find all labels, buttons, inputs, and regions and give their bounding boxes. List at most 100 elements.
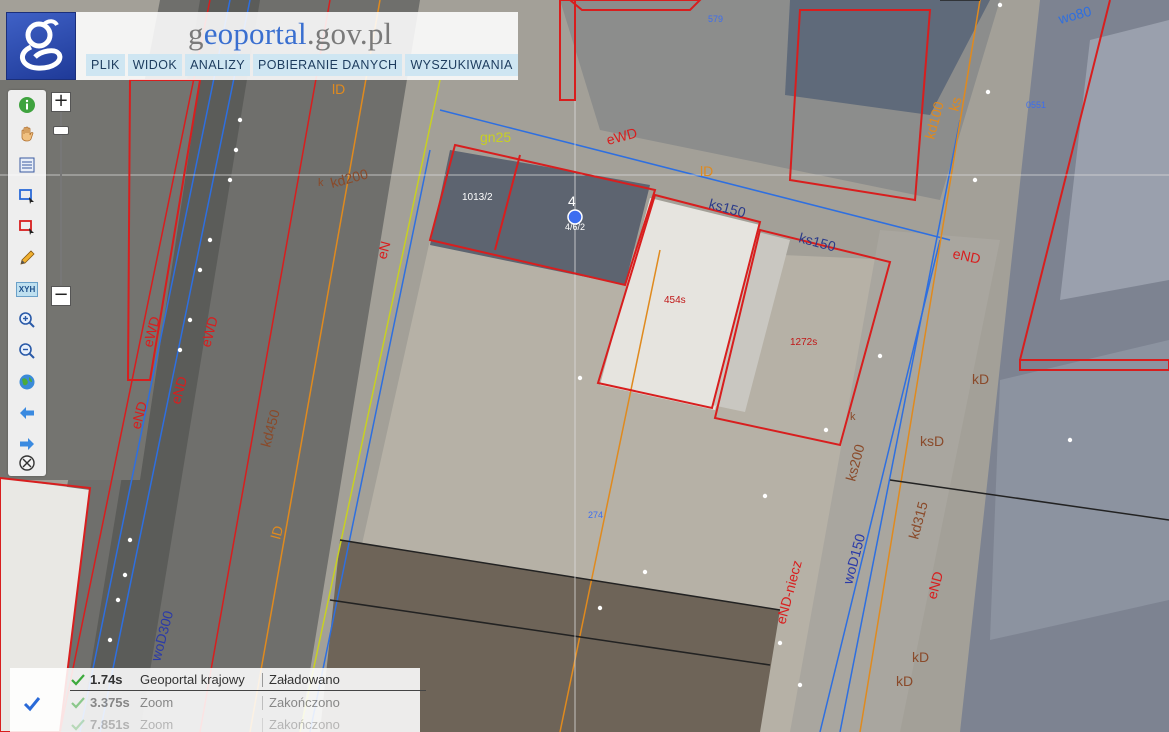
map-label: k <box>318 177 324 189</box>
zoom-in-icon <box>19 312 35 328</box>
tool-panel: XYH <box>8 90 46 476</box>
status-state: Zakończono <box>269 717 340 732</box>
back-arrow-icon <box>20 407 34 419</box>
map-label: ksD <box>920 433 944 449</box>
select-red-tool-button[interactable] <box>16 216 38 238</box>
clear-tool-button[interactable] <box>16 452 38 474</box>
manhole-dot <box>1067 437 1073 443</box>
status-source: Geoportal krajowy <box>140 672 245 687</box>
map-label: gn25 <box>480 129 511 145</box>
legend-tool-button[interactable] <box>16 154 38 176</box>
select-tool-button[interactable] <box>16 185 38 207</box>
xyh-tool-button[interactable]: XYH <box>15 278 39 300</box>
manhole-dot <box>107 637 113 643</box>
info-tool-button[interactable] <box>16 94 38 116</box>
manhole-dot <box>877 353 883 359</box>
pan-tool-button[interactable] <box>16 123 38 145</box>
manhole-dot <box>177 347 183 353</box>
parcel-number: 4 <box>568 193 576 209</box>
manhole-dot <box>762 493 768 499</box>
map-canvas[interactable]: eWD ks150 ks150 eND kd100 ks wo80 kd200 … <box>0 0 1169 732</box>
pencil-icon <box>20 250 35 265</box>
parcel-number: 454s <box>664 295 686 306</box>
manhole-dot <box>777 640 783 646</box>
menu-item-pobieranie-danych[interactable]: POBIERANIE DANYCH <box>252 54 403 76</box>
manhole-dot <box>233 147 239 153</box>
zoom-slider-thumb[interactable] <box>53 126 69 135</box>
parcel-number: 0551 <box>1026 100 1046 110</box>
status-row: 7.851s Zoom Zakończono <box>70 715 340 732</box>
check-icon <box>71 697 85 709</box>
manhole-dot <box>642 569 648 575</box>
draw-tool-button[interactable] <box>16 247 38 269</box>
parcel-number: 1272s <box>790 337 817 348</box>
manhole-dot <box>997 2 1003 8</box>
geoportal-logo[interactable] <box>6 12 76 80</box>
map-label: k <box>850 411 856 423</box>
pan-hand-icon <box>21 126 34 142</box>
forward-arrow-icon <box>20 438 34 450</box>
parcel-number: 4/6/2 <box>565 222 585 232</box>
status-source: Zoom <box>140 717 174 732</box>
status-time: 7.851s <box>90 717 130 732</box>
manhole-dot <box>197 267 203 273</box>
manhole-dot <box>972 177 978 183</box>
menu-item-analizy[interactable]: ANALIZY <box>185 54 250 76</box>
check-icon <box>71 719 85 731</box>
info-icon <box>19 97 35 113</box>
map-label: lD <box>700 163 713 179</box>
building-right-roof2 <box>990 340 1169 640</box>
status-state: Załadowano <box>269 672 340 687</box>
zoom-out-button[interactable]: − <box>51 286 71 306</box>
select-rectangle-icon <box>19 189 34 204</box>
previous-view-button[interactable] <box>16 402 38 424</box>
zoom-out-tool-button[interactable] <box>16 340 38 362</box>
manhole-dot <box>985 89 991 95</box>
status-divider <box>70 690 426 691</box>
manhole-dot <box>227 177 233 183</box>
manhole-dot <box>597 605 603 611</box>
map-label: kD <box>972 371 989 387</box>
manhole-dot <box>207 237 213 243</box>
status-row: 3.375s Zoom Zakończono <box>70 693 340 713</box>
select-red-icon <box>19 220 34 235</box>
status-check-icon[interactable] <box>22 694 42 714</box>
xyh-icon: XYH <box>15 281 39 297</box>
map-label: kD <box>912 649 929 665</box>
status-separator <box>262 673 263 687</box>
status-separator <box>262 718 263 732</box>
brand-suffix: .gov.pl <box>306 16 393 51</box>
geoportal-logo-icon <box>20 19 63 71</box>
clear-icon <box>19 455 35 471</box>
menu-item-plik[interactable]: PLIK <box>86 54 125 76</box>
brand-title: geoportal.gov.pl <box>188 16 392 52</box>
status-state: Zakończono <box>269 695 340 710</box>
brand-prefix: g <box>188 16 204 51</box>
zoom-slider-track[interactable] <box>60 112 62 285</box>
manhole-dot <box>823 427 829 433</box>
full-extent-tool-button[interactable] <box>16 371 38 393</box>
parcel-number: 579 <box>708 14 723 24</box>
manhole-dot <box>187 317 193 323</box>
status-log-panel: 1.74s Geoportal krajowy Załadowano 3.375… <box>10 668 426 732</box>
status-time: 1.74s <box>90 672 123 687</box>
manhole-dot <box>577 375 583 381</box>
map-label: lD <box>332 81 345 97</box>
main-menu: PLIK WIDOK ANALIZY POBIERANIE DANYCH WYS… <box>86 54 518 76</box>
zoom-in-button[interactable]: + <box>51 92 71 112</box>
parcel-number: 274 <box>588 510 603 520</box>
manhole-dot <box>122 572 128 578</box>
manhole-dot <box>115 597 121 603</box>
check-icon <box>71 674 85 686</box>
parcel-number: 1013/2 <box>462 192 493 203</box>
manhole-dot <box>127 537 133 543</box>
status-separator <box>262 696 263 710</box>
manhole-dot <box>797 682 803 688</box>
menu-item-widok[interactable]: WIDOK <box>127 54 183 76</box>
status-time: 3.375s <box>90 695 130 710</box>
list-icon <box>19 157 35 173</box>
map-label: kD <box>896 673 913 689</box>
menu-item-wyszukiwania[interactable]: WYSZUKIWANIA <box>405 54 518 76</box>
header-panel: geoportal.gov.pl PLIK WIDOK ANALIZY POBI… <box>76 12 518 80</box>
zoom-in-tool-button[interactable] <box>16 309 38 331</box>
